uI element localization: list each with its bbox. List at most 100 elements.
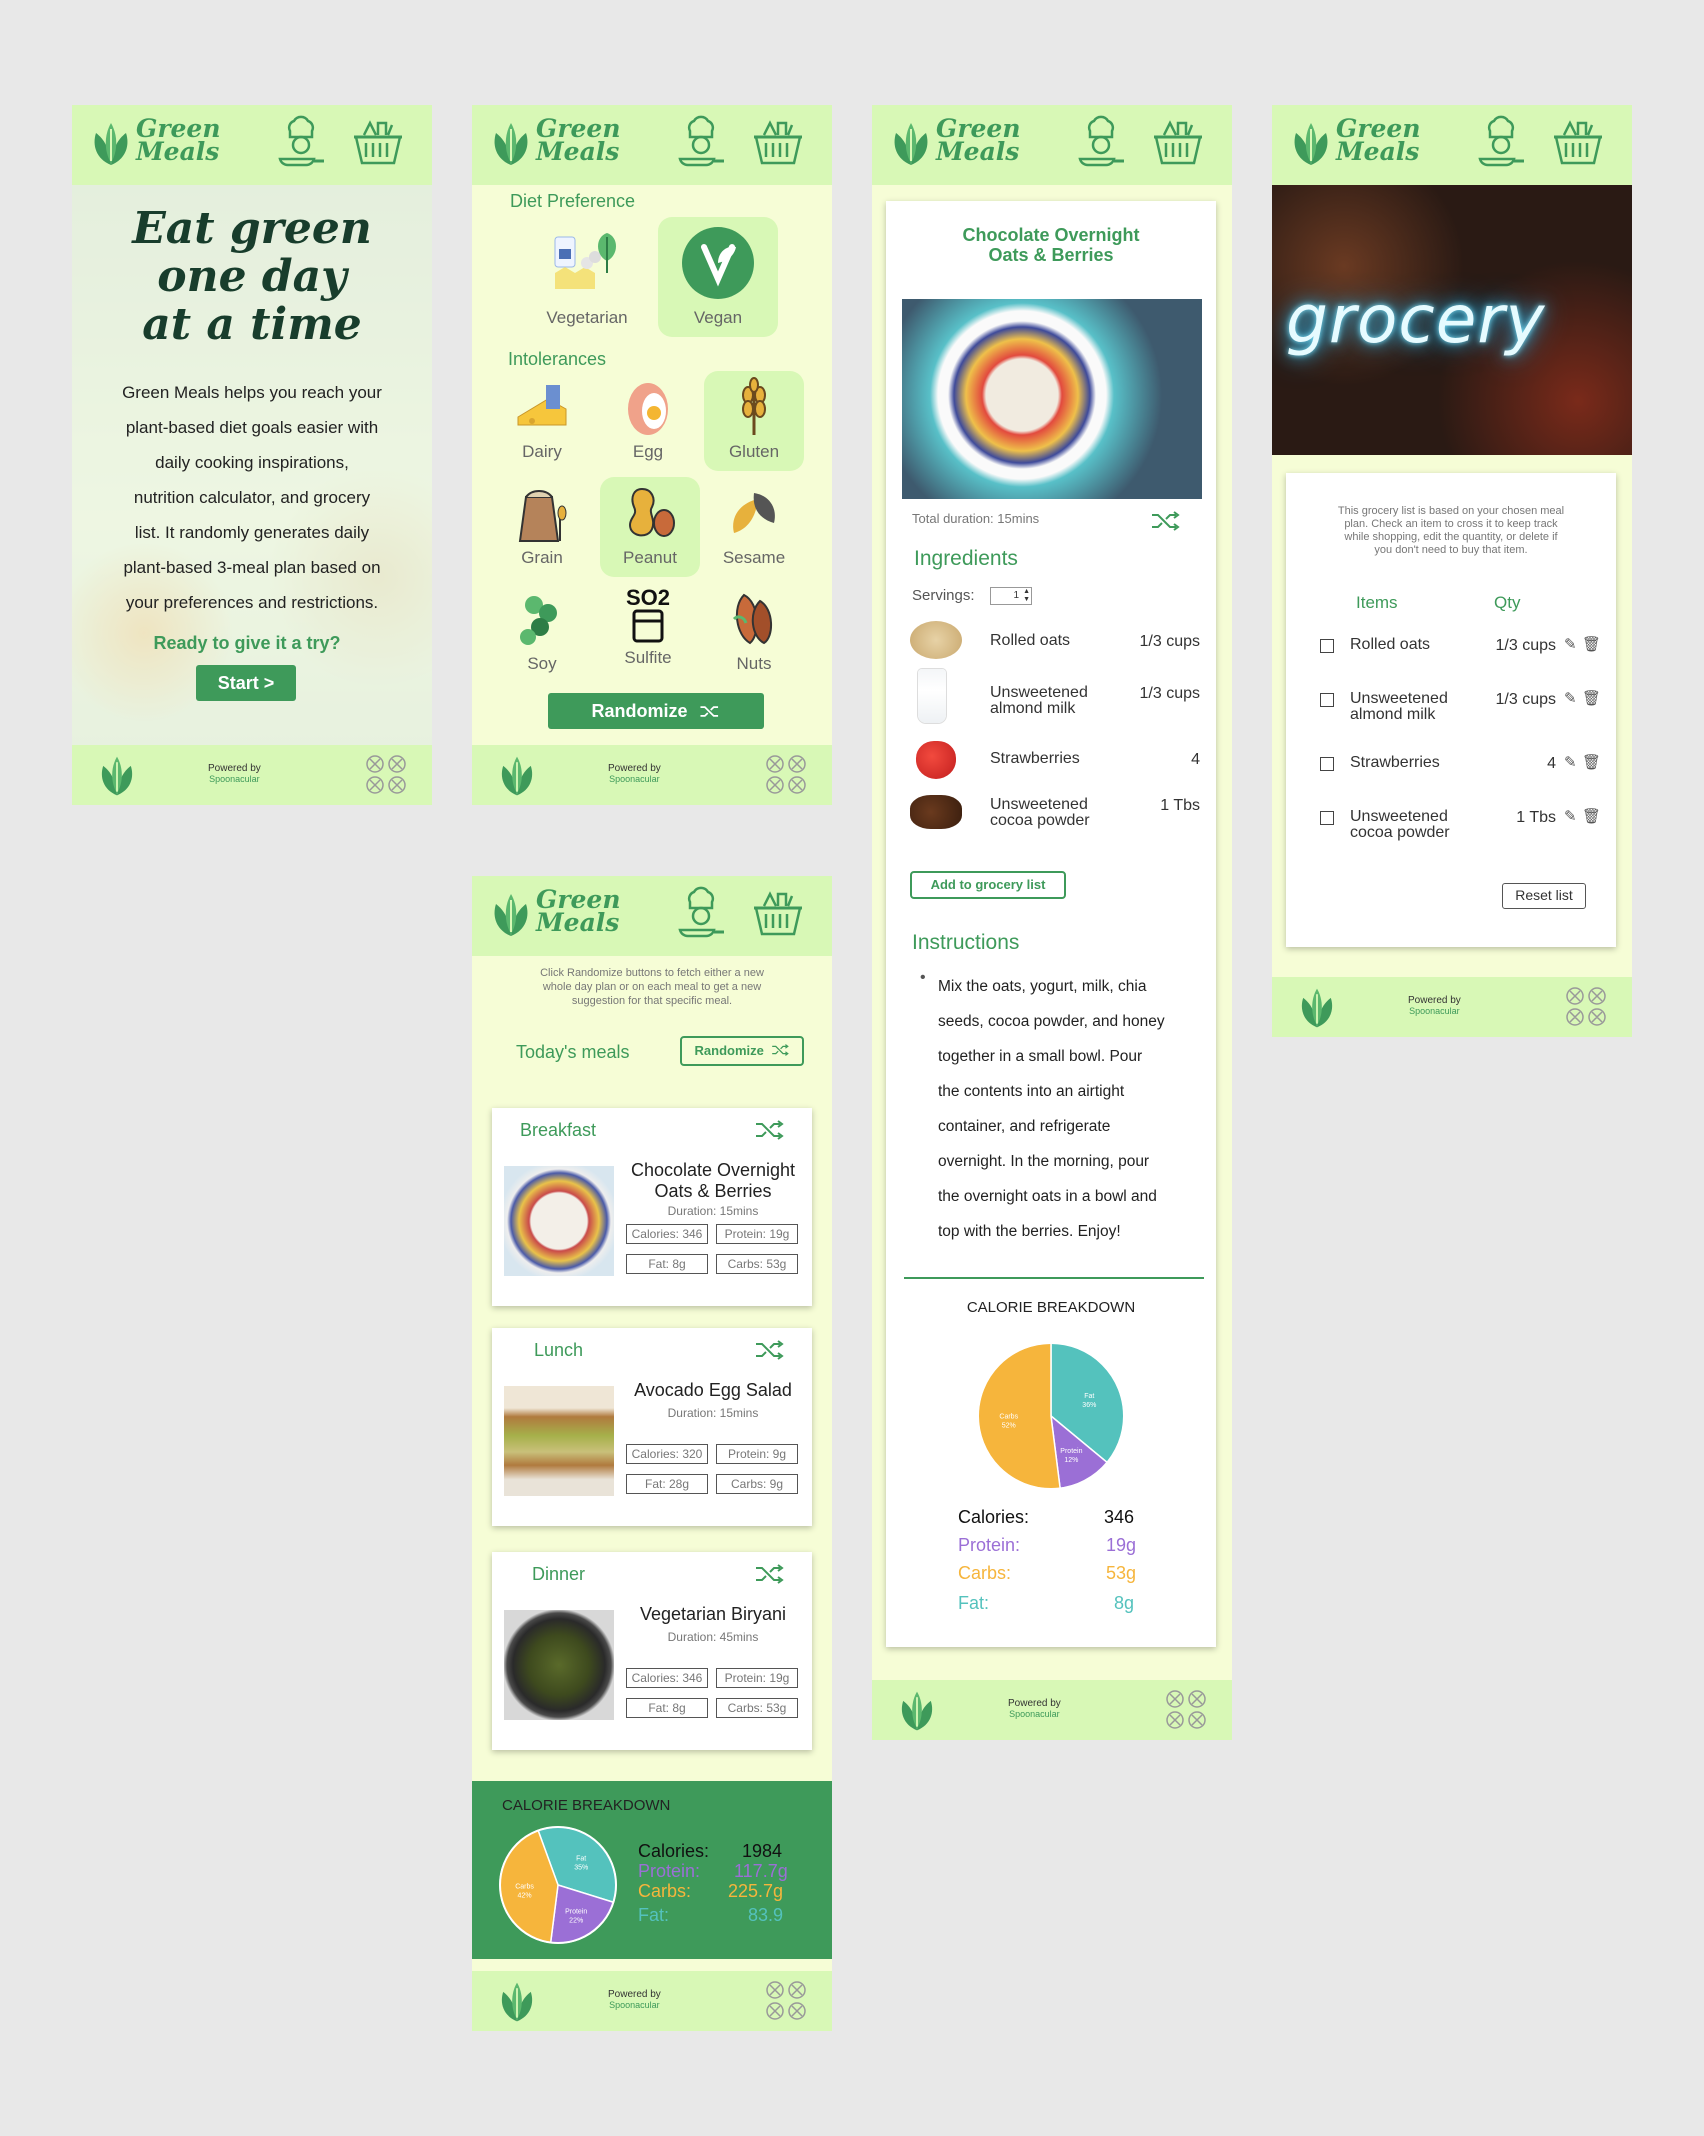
brand-logo-text[interactable]: Green Meals bbox=[1336, 116, 1421, 164]
meal-photo[interactable] bbox=[504, 1166, 614, 1276]
shuffle-recipe-icon[interactable] bbox=[1150, 511, 1180, 531]
meal-plan-cook-icon[interactable] bbox=[1072, 115, 1128, 171]
edit-icon[interactable]: ✎ bbox=[1564, 753, 1577, 771]
meal-slot-label: Dinner bbox=[532, 1564, 586, 1584]
add-to-grocery-button[interactable]: Add to grocery list bbox=[910, 871, 1066, 899]
intolerance-sulfite[interactable]: SO2 Sulfite bbox=[600, 583, 696, 683]
powered-by[interactable]: Powered by Spoonacular bbox=[1408, 995, 1461, 1017]
sesame-icon bbox=[733, 493, 775, 533]
leaf-logo-icon[interactable] bbox=[486, 890, 536, 940]
fat-box: Fat: 28g bbox=[626, 1474, 708, 1494]
trash-icon[interactable]: 🗑 bbox=[1582, 635, 1601, 653]
grocery-item-qty[interactable]: 1 Tbs bbox=[1486, 809, 1556, 827]
placeholder-social-icons[interactable] bbox=[764, 1980, 808, 2022]
placeholder-social-icons[interactable] bbox=[764, 754, 808, 796]
recipe-duration: Total duration: 15mins bbox=[912, 511, 1040, 526]
intolerance-nuts[interactable]: Nuts bbox=[704, 583, 804, 683]
edit-icon[interactable]: ✎ bbox=[1564, 635, 1577, 653]
meal-plan-hint: Click Randomize buttons to fetch either … bbox=[540, 967, 764, 1007]
brand-logo-text[interactable]: Green Meals bbox=[136, 116, 221, 164]
instructions-title: Instructions bbox=[912, 931, 1020, 954]
shuffle-meal-icon[interactable] bbox=[754, 1340, 784, 1360]
ingredient-name: Rolled oats bbox=[990, 632, 1071, 649]
powered-by[interactable]: Powered by Spoonacular bbox=[608, 1989, 661, 2011]
meal-plan-cook-icon[interactable] bbox=[1472, 115, 1528, 171]
start-button[interactable]: Start > bbox=[196, 665, 296, 701]
powered-by[interactable]: Powered by Spoonacular bbox=[1008, 1698, 1061, 1720]
meal-name[interactable]: Chocolate Overnight Oats & Berries bbox=[620, 1160, 806, 1202]
trash-icon[interactable]: 🗑 bbox=[1582, 689, 1601, 707]
todays-meals-label: Today's meals bbox=[516, 1042, 630, 1062]
grocery-item-qty[interactable]: 4 bbox=[1486, 755, 1556, 773]
item-checkbox[interactable] bbox=[1320, 811, 1334, 825]
app-header: Green Meals bbox=[472, 876, 832, 956]
leaf-logo-icon bbox=[894, 1688, 940, 1734]
meal-card-breakfast[interactable]: Breakfast Chocolate Overnight Oats & Berr… bbox=[492, 1108, 812, 1306]
reset-list-button[interactable]: Reset list bbox=[1502, 883, 1586, 909]
randomize-button[interactable]: Randomize bbox=[548, 693, 764, 729]
shuffle-meal-icon[interactable] bbox=[754, 1120, 784, 1140]
intolerance-sesame[interactable]: Sesame bbox=[704, 477, 804, 577]
randomize-day-button[interactable]: Randomize bbox=[680, 1036, 804, 1066]
brand-logo-text[interactable]: Green Meals bbox=[936, 116, 1021, 164]
sulfite-barrel-icon bbox=[632, 609, 664, 643]
grocery-item-qty[interactable]: 1/3 cups bbox=[1486, 691, 1556, 709]
trash-icon[interactable]: 🗑 bbox=[1582, 807, 1601, 825]
servings-stepper[interactable]: 1 ▲ ▼ bbox=[990, 587, 1032, 605]
item-checkbox[interactable] bbox=[1320, 639, 1334, 653]
day-calorie-breakdown: CALORIE BREAKDOWN Fat 35% Protein 22% Carbs 4… bbox=[472, 1781, 832, 1959]
grocery-basket-icon[interactable] bbox=[1150, 115, 1206, 171]
meal-photo[interactable] bbox=[504, 1386, 614, 1496]
brand-logo-text[interactable]: Green Meals bbox=[536, 887, 621, 935]
intolerance-gluten[interactable]: Gluten bbox=[704, 371, 804, 471]
brand-logo-text[interactable]: Green Meals bbox=[536, 116, 621, 164]
leaf-logo-icon[interactable] bbox=[1286, 119, 1336, 169]
grocery-item-name[interactable]: Unsweetened almond milk bbox=[1350, 691, 1448, 723]
placeholder-social-icons[interactable] bbox=[1564, 986, 1608, 1028]
grocery-basket-icon[interactable] bbox=[1550, 115, 1606, 171]
powered-by[interactable]: Powered by Spoonacular bbox=[608, 763, 661, 785]
intolerance-peanut[interactable]: Peanut bbox=[600, 477, 700, 577]
meal-plan-cook-icon[interactable] bbox=[672, 115, 728, 171]
edit-icon[interactable]: ✎ bbox=[1564, 689, 1577, 707]
meal-photo[interactable] bbox=[504, 1610, 614, 1720]
intolerances-title: Intolerances bbox=[508, 349, 607, 369]
powered-by[interactable]: Powered by Spoonacular bbox=[208, 763, 261, 785]
almond-icon bbox=[732, 593, 772, 645]
shuffle-meal-icon[interactable] bbox=[754, 1564, 784, 1584]
wheat-icon bbox=[742, 377, 766, 435]
shuffle-icon bbox=[771, 1044, 789, 1056]
meal-name[interactable]: Vegetarian Biryani bbox=[620, 1604, 806, 1625]
stepper-arrows-icon[interactable]: ▲ ▼ bbox=[1023, 588, 1030, 604]
placeholder-social-icons[interactable] bbox=[1164, 1689, 1208, 1731]
intolerance-dairy[interactable]: Dairy bbox=[494, 371, 590, 471]
placeholder-social-icons[interactable] bbox=[364, 754, 408, 796]
protein-box: Protein: 19g bbox=[716, 1224, 798, 1244]
meal-plan-cook-icon[interactable] bbox=[272, 115, 328, 171]
meal-name[interactable]: Avocado Egg Salad bbox=[620, 1380, 806, 1401]
item-checkbox[interactable] bbox=[1320, 757, 1334, 771]
meal-plan-cook-icon[interactable] bbox=[672, 886, 728, 942]
ingredient-icon-milk bbox=[918, 669, 946, 723]
diet-option-vegetarian[interactable]: Vegetarian bbox=[532, 217, 642, 337]
intolerance-egg[interactable]: Egg bbox=[600, 371, 696, 471]
intolerance-soy[interactable]: Soy bbox=[494, 583, 590, 683]
item-checkbox[interactable] bbox=[1320, 693, 1334, 707]
meal-card-lunch[interactable]: Lunch Avocado Egg Salad Duration: 15mins… bbox=[492, 1328, 812, 1526]
leaf-logo-icon[interactable] bbox=[486, 119, 536, 169]
grocery-item-name[interactable]: Unsweetened cocoa powder bbox=[1350, 809, 1450, 841]
trash-icon[interactable]: 🗑 bbox=[1582, 753, 1601, 771]
pie-slice-carbs bbox=[977, 1342, 1061, 1490]
edit-icon[interactable]: ✎ bbox=[1564, 807, 1577, 825]
grocery-item-qty[interactable]: 1/3 cups bbox=[1486, 637, 1556, 655]
grocery-basket-icon[interactable] bbox=[750, 886, 806, 942]
diet-option-vegan[interactable]: Vegan bbox=[658, 217, 778, 337]
grocery-basket-icon[interactable] bbox=[350, 115, 406, 171]
intolerance-grain[interactable]: Grain bbox=[494, 477, 590, 577]
grocery-basket-icon[interactable] bbox=[750, 115, 806, 171]
leaf-logo-icon[interactable] bbox=[886, 119, 936, 169]
grocery-item-name[interactable]: Rolled oats bbox=[1350, 637, 1430, 653]
leaf-logo-icon[interactable] bbox=[86, 119, 136, 169]
grocery-item-name[interactable]: Strawberries bbox=[1350, 755, 1440, 771]
meal-card-dinner[interactable]: Dinner Vegetarian Biryani Duration: 45mi… bbox=[492, 1552, 812, 1750]
